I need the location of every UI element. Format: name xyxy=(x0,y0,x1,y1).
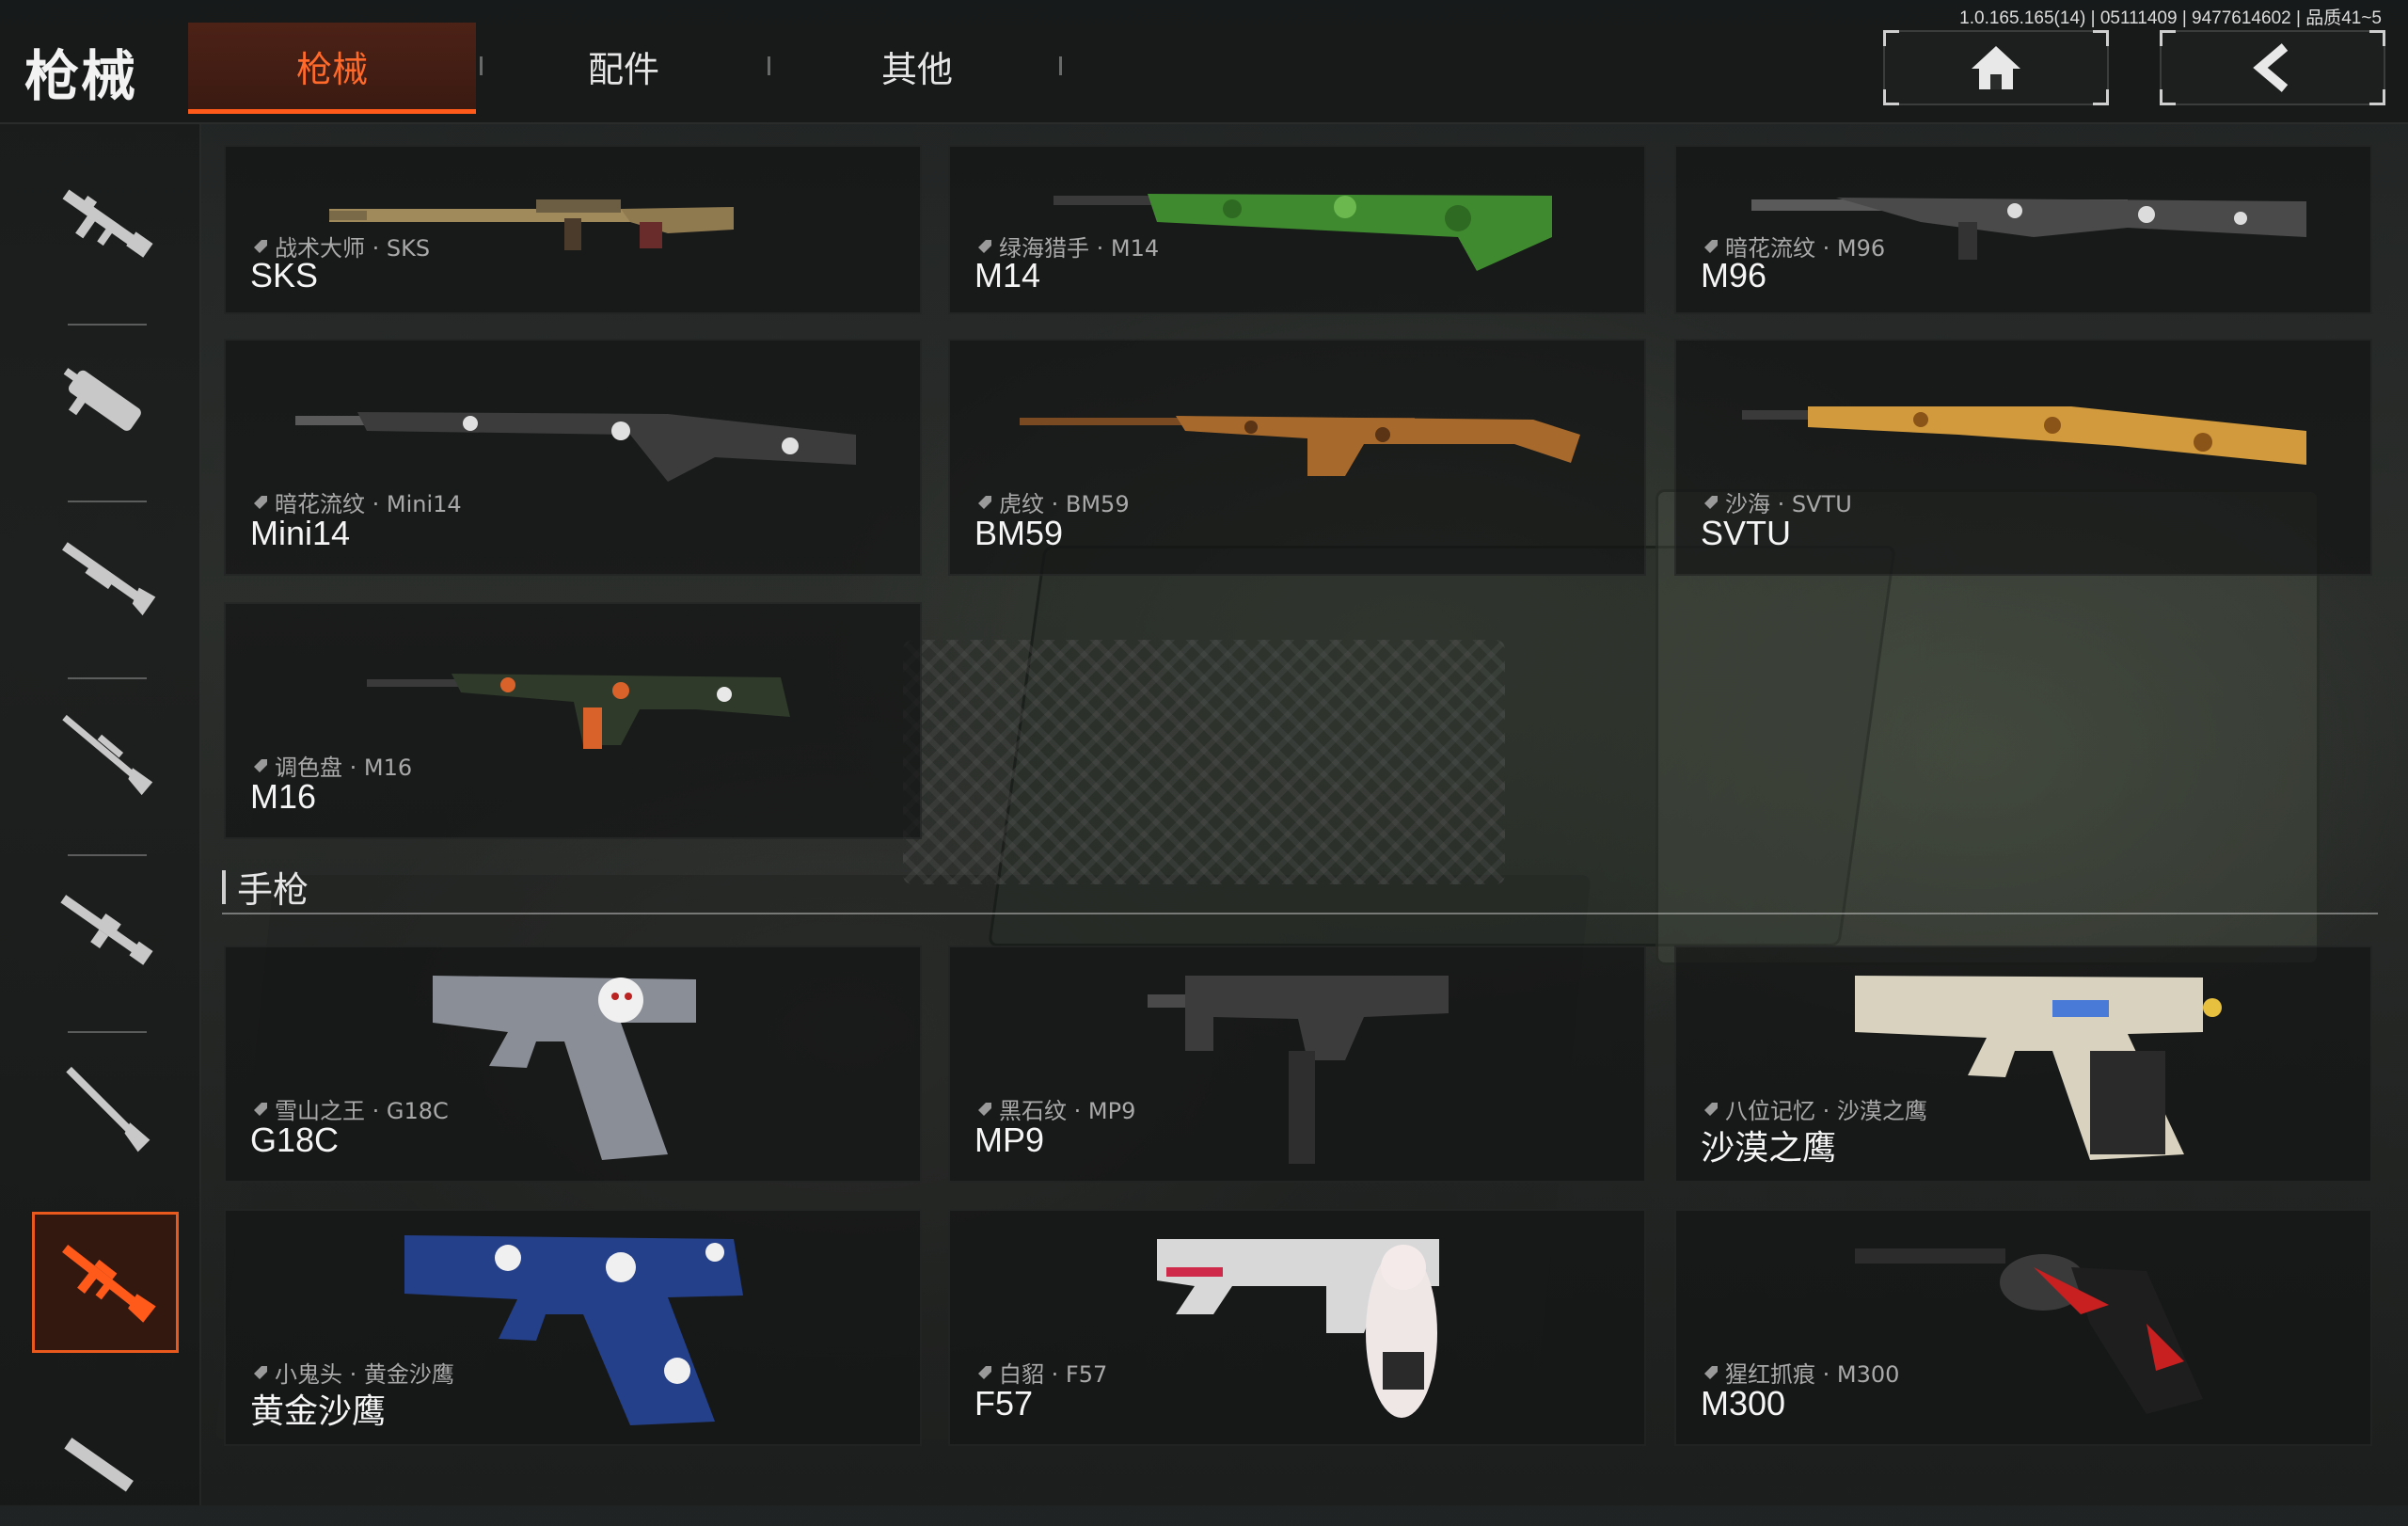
weapon-name: G18C xyxy=(250,1121,340,1159)
weapon-card-svtu[interactable]: 沙海 · SVTU SVTU xyxy=(1674,339,2372,576)
f57-pistol-image xyxy=(1157,1239,1439,1418)
category-sniper-rifle[interactable] xyxy=(32,683,179,824)
weapon-card-m300[interactable]: 猩红抓痕 · M300 M300 xyxy=(1674,1209,2372,1446)
rail-divider xyxy=(68,854,147,856)
tag-icon xyxy=(978,1365,991,1379)
rail-divider xyxy=(68,1031,147,1033)
pistol-icon xyxy=(64,1438,134,1492)
category-marksman-rifle[interactable] xyxy=(32,1212,179,1353)
sniper-rifle-icon xyxy=(62,714,153,796)
weapon-name: F57 xyxy=(974,1384,1034,1423)
category-shotgun[interactable] xyxy=(32,506,179,647)
tag-icon xyxy=(254,758,267,772)
top-bar: 枪械 枪械 配件 其他 1.0.165.165(14) | 05111409 |… xyxy=(0,0,2408,124)
category-assault-rifle[interactable] xyxy=(32,152,179,294)
tab-divider xyxy=(1059,56,1062,75)
back-button[interactable] xyxy=(2160,30,2385,105)
bolt-rifle-icon xyxy=(66,1066,150,1152)
weapon-card-g18c[interactable]: 雪山之王 · G18C G18C xyxy=(224,946,922,1183)
home-button[interactable] xyxy=(1883,30,2109,105)
m16-rifle-image xyxy=(367,674,790,749)
rail-divider xyxy=(68,501,147,502)
section-marker xyxy=(222,869,226,904)
weapon-card-golden-desert-eagle[interactable]: 小鬼头 · 黄金沙鹰 黄金沙鹰 xyxy=(224,1209,922,1446)
home-icon xyxy=(1972,46,2020,89)
tag-icon xyxy=(254,495,267,509)
tag-icon xyxy=(978,239,991,253)
tab-others[interactable]: 其他 xyxy=(773,23,1061,109)
weapon-card-desert-eagle[interactable]: 八位记忆 · 沙漠之鹰 沙漠之鹰 xyxy=(1674,946,2372,1183)
mp9-pistol-image xyxy=(1148,976,1449,1164)
tag-icon xyxy=(1704,1102,1718,1116)
weapon-card-mp9[interactable]: 黑石纹 · MP9 MP9 xyxy=(948,946,1646,1183)
page-title: 枪械 xyxy=(24,44,138,108)
weapon-name: M96 xyxy=(1701,256,1767,294)
weapon-name: Mini14 xyxy=(250,514,351,552)
weapon-card-m14[interactable]: 绿海猎手 · M14 M14 xyxy=(948,145,1646,314)
weapon-name: 沙漠之鹰 xyxy=(1701,1128,1837,1167)
background-mesh xyxy=(903,640,1505,884)
tag-icon xyxy=(254,1365,267,1379)
version-info: 1.0.165.165(14) | 05111409 | 9477614602 … xyxy=(1959,8,2382,28)
category-bolt-rifle[interactable] xyxy=(32,1037,179,1178)
weapon-name: SVTU xyxy=(1701,514,1792,552)
shotgun-icon xyxy=(62,542,156,616)
rail-divider xyxy=(68,677,147,679)
tag-icon xyxy=(254,1102,267,1116)
tag-icon xyxy=(1704,1365,1718,1379)
category-smg[interactable] xyxy=(32,329,179,470)
weapon-card-m96[interactable]: 暗花流纹 · M96 M96 xyxy=(1674,145,2372,314)
section-divider xyxy=(222,913,2378,914)
tag-icon xyxy=(1704,239,1718,253)
tab-attachments[interactable]: 配件 xyxy=(480,23,768,109)
tag-icon xyxy=(978,495,991,509)
marksman-rifle-icon xyxy=(62,1245,156,1323)
section-title-pistols: 手枪 xyxy=(222,861,309,913)
weapon-card-mini14[interactable]: 暗花流纹 · Mini14 Mini14 xyxy=(224,339,922,576)
tag-icon xyxy=(254,239,267,253)
tag-icon xyxy=(1704,495,1718,509)
weapon-card-bm59[interactable]: 虎纹 · BM59 BM59 xyxy=(948,339,1646,576)
weapon-name: M300 xyxy=(1701,1384,1786,1423)
weapon-name: M14 xyxy=(974,256,1041,294)
assault-rifle-icon xyxy=(62,189,153,258)
smg-icon xyxy=(63,368,141,431)
weapon-name: MP9 xyxy=(974,1121,1045,1159)
chevron-left-icon xyxy=(2253,43,2289,92)
tag-icon xyxy=(978,1102,991,1116)
rail-divider xyxy=(68,324,147,326)
weapon-name: BM59 xyxy=(974,514,1064,552)
weapon-card-m16[interactable]: 调色盘 · M16 M16 xyxy=(224,602,922,839)
weapon-card-f57[interactable]: 白貂 · F57 F57 xyxy=(948,1209,1646,1446)
tab-firearms[interactable]: 枪械 xyxy=(188,23,476,114)
category-sidebar xyxy=(0,124,201,1505)
tab-divider xyxy=(768,56,770,75)
machine-gun-icon xyxy=(60,895,153,965)
section-title-text: 手枪 xyxy=(237,869,309,911)
weapon-name: SKS xyxy=(250,256,319,294)
weapon-name: M16 xyxy=(250,777,317,816)
weapon-card-sks[interactable]: 战术大师 · SKS SKS xyxy=(224,145,922,314)
weapon-name: 黄金沙鹰 xyxy=(250,1391,387,1430)
category-machine-gun[interactable] xyxy=(32,860,179,1001)
